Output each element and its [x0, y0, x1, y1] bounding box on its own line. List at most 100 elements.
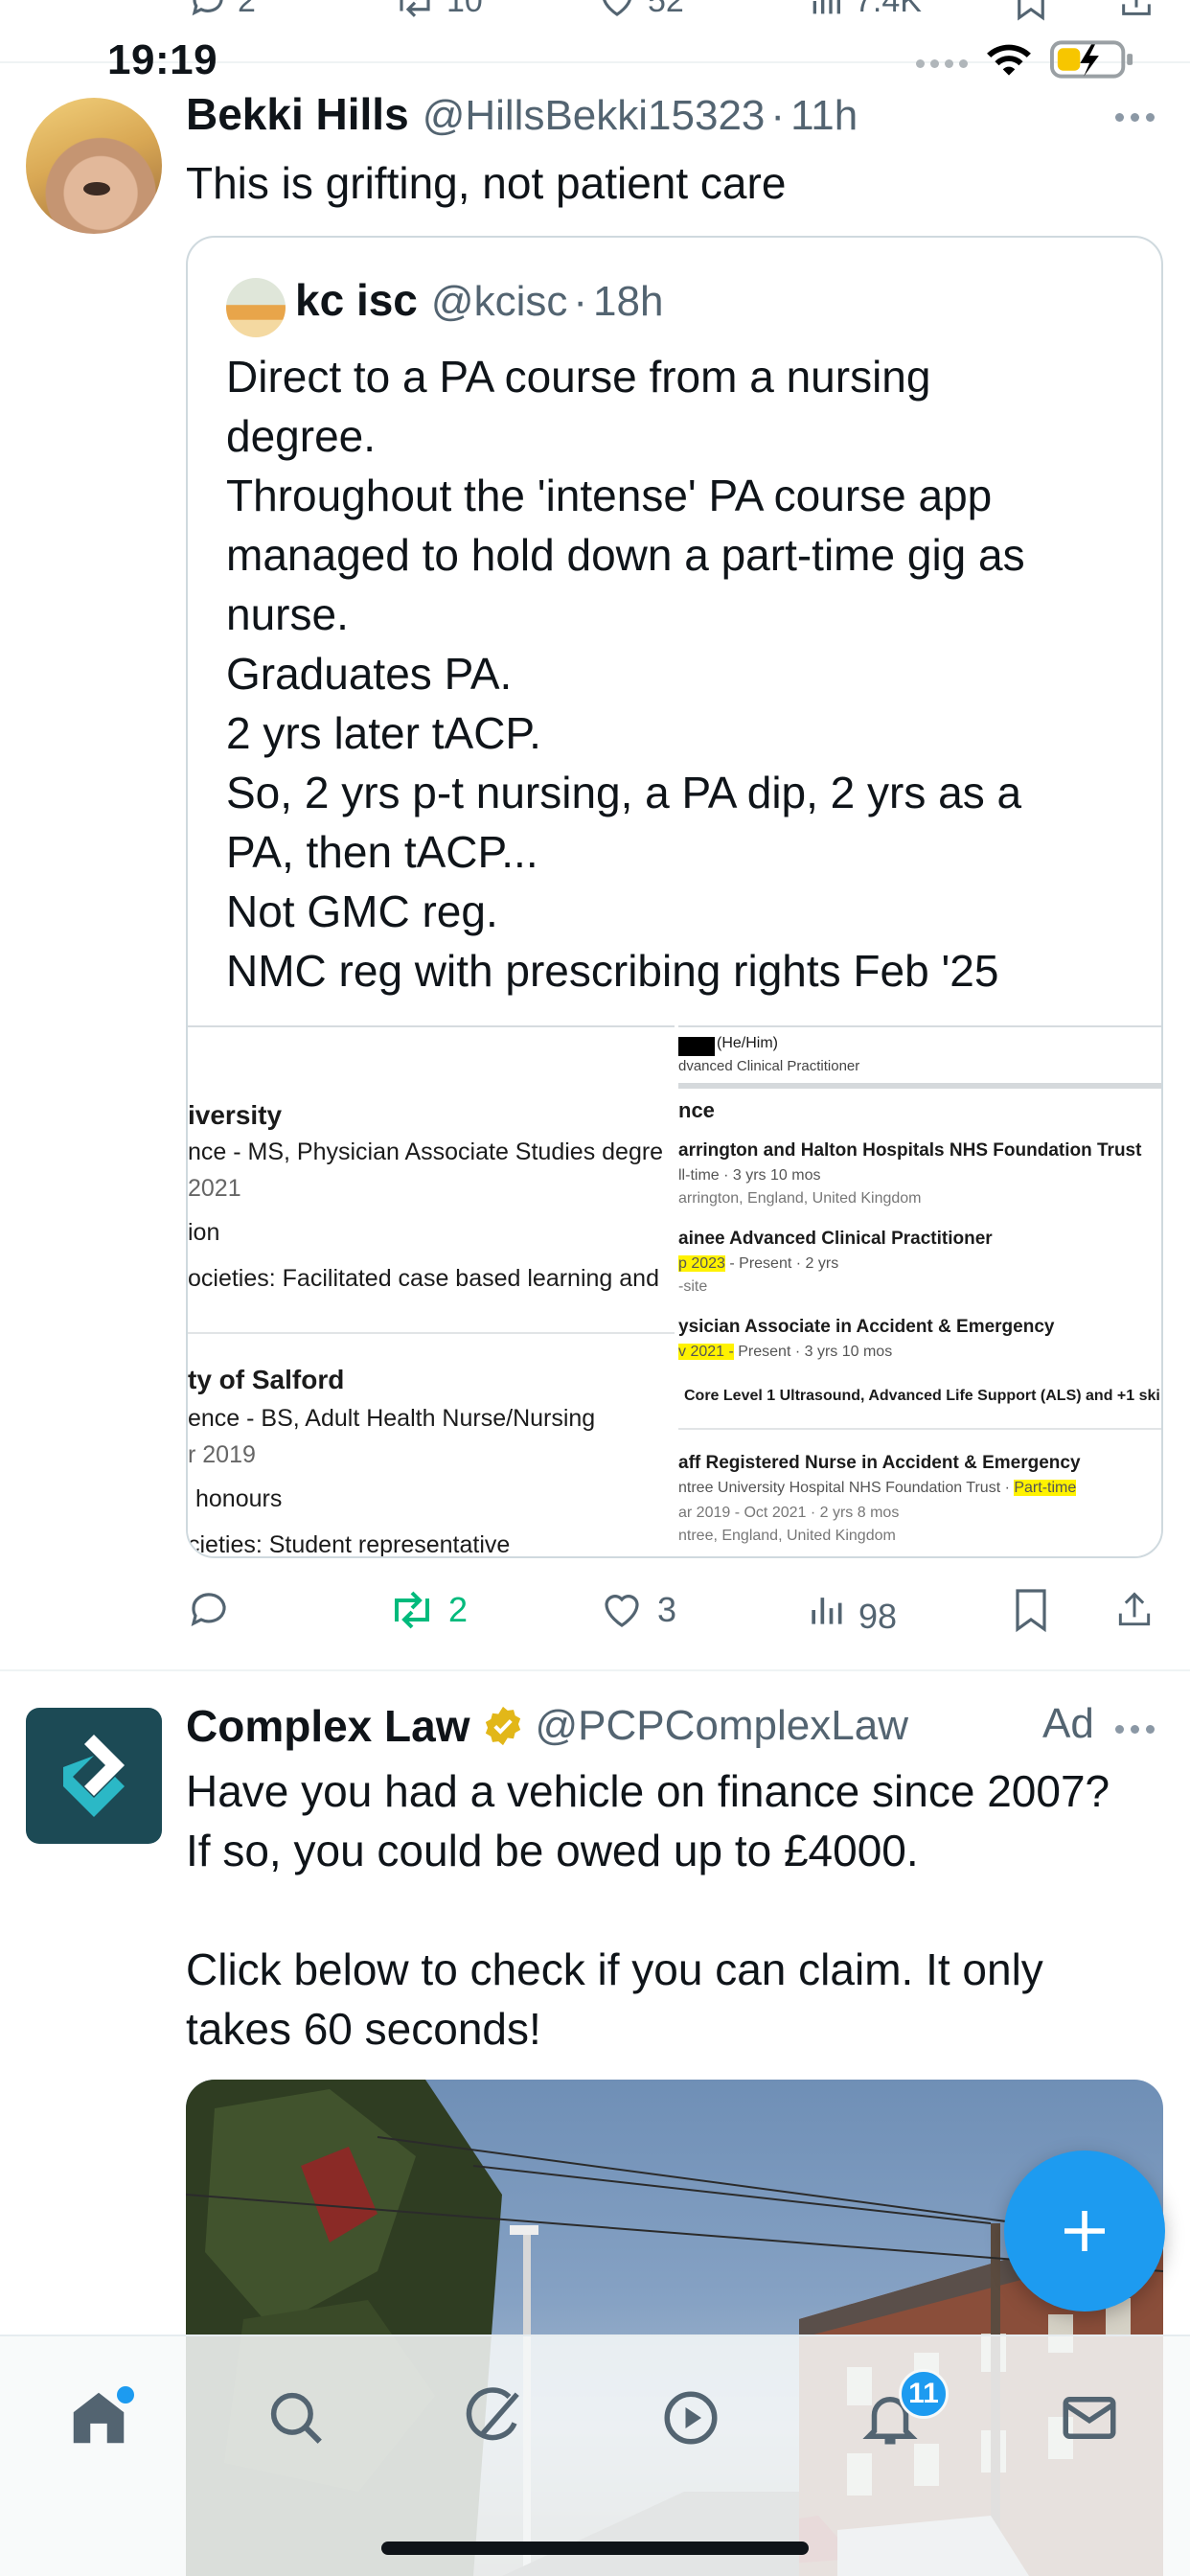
post-text: This is grifting, not patient care: [186, 158, 787, 208]
ad-more-options-button[interactable]: [1115, 1725, 1155, 1734]
edu-degree-2: ence - BS, Adult Health Nurse/Nursing: [188, 1405, 596, 1432]
plus-icon: [1064, 2211, 1105, 2251]
tab-messages[interactable]: [1046, 2375, 1133, 2461]
bookmark-icon: [1016, 1589, 1046, 1633]
ad-header: Complex Law @PCPComplexLaw: [186, 1700, 908, 1752]
views-icon: [812, 0, 840, 14]
exp-section-title: nce: [678, 1098, 715, 1122]
author-name[interactable]: Bekki Hills: [186, 88, 409, 140]
ad-label: Ad: [1042, 1700, 1094, 1747]
quote-dot: ·: [573, 278, 588, 325]
wifi-icon: [987, 44, 1031, 76]
like-button[interactable]: 3: [598, 1572, 676, 1648]
post-actions: 2 3 98: [186, 1572, 1163, 1648]
like-count: 52: [648, 0, 684, 19]
post-time[interactable]: 11h: [790, 92, 858, 140]
edu-year-2: r 2019: [188, 1441, 256, 1468]
search-icon: [270, 2392, 322, 2444]
quote-time: 18h: [593, 278, 664, 325]
repost-icon: [395, 1591, 429, 1629]
exp-pronouns: (He/Him): [717, 1035, 778, 1051]
ad-author-handle[interactable]: @PCPComplexLaw: [536, 1702, 908, 1750]
ad-text-line: Click below to check if you can claim. I…: [186, 1944, 1043, 1994]
share-button[interactable]: [1117, 0, 1156, 21]
quote-line: Not GMC reg.: [226, 886, 498, 936]
quote-line: degree.: [226, 411, 377, 461]
exp-org: arrington and Halton Hospitals NHS Found…: [678, 1140, 1142, 1161]
author-avatar[interactable]: [26, 98, 162, 234]
signal-icon: [916, 59, 968, 68]
ad-author-avatar[interactable]: [26, 1708, 162, 1844]
edu-school-1: iversity: [188, 1100, 283, 1130]
edu-year-1: 2021: [188, 1175, 241, 1202]
views-count: 98: [858, 1597, 898, 1629]
compose-button[interactable]: [1004, 2150, 1165, 2312]
reply-button[interactable]: 2: [188, 0, 256, 21]
more-icon: [1115, 1725, 1155, 1734]
exp-divider-2: [678, 1428, 1161, 1430]
author-handle[interactable]: @HillsBekki15323: [423, 92, 766, 140]
quote-image-education[interactable]: iversity nce - MS, Physician Associate S…: [188, 1025, 675, 1556]
quote-image-experience[interactable]: (He/Him) dvanced Clinical Practitioner n…: [678, 1025, 1161, 1556]
tab-video[interactable]: [648, 2375, 734, 2461]
home-indicator: [381, 2542, 809, 2555]
edu-degree-1: nce - MS, Physician Associate Studies de…: [188, 1138, 664, 1165]
edu-activities-1: ocieties: Facilitated case based learnin…: [188, 1265, 659, 1292]
share-icon: [1122, 0, 1151, 15]
notifications-badge: 11: [899, 2369, 949, 2419]
quote-line: So, 2 yrs p-t nursing, a PA dip, 2 yrs a…: [226, 768, 1022, 817]
quote-author-avatar: [226, 278, 286, 337]
exp-role-1: ainee Advanced Clinical Practitioner: [678, 1229, 993, 1249]
more-options-button[interactable]: [1115, 113, 1155, 122]
quote-text: Direct to a PA course from a nursing deg…: [226, 347, 1146, 1000]
bottom-tab-bar: 11: [0, 2334, 1190, 2576]
quote-line: NMC reg with prescribing rights Feb '25: [226, 946, 999, 996]
views-icon: [812, 1598, 842, 1624]
exp-role-3-org: ntree University Hospital NHS Foundation…: [678, 1480, 1077, 1496]
quote-line: Graduates PA.: [226, 649, 513, 699]
repost-button[interactable]: 10: [393, 0, 483, 21]
tab-notifications[interactable]: 11: [847, 2369, 949, 2461]
more-icon: [1115, 113, 1155, 122]
ad-text-line: If so, you could be owed up to £4000.: [186, 1826, 919, 1875]
views-button[interactable]: 98: [805, 1572, 897, 1648]
quote-line: Throughout the 'intense' PA course app: [226, 471, 993, 520]
exp-role-3-location: ntree, England, United Kingdom: [678, 1528, 896, 1544]
quote-line: managed to hold down a part-time gig as: [226, 530, 1025, 580]
mail-icon: [1063, 2397, 1116, 2439]
reply-icon: [191, 1593, 226, 1626]
ad-author-name[interactable]: Complex Law: [186, 1700, 470, 1752]
views-button[interactable]: 7.4K: [807, 0, 922, 21]
exp-org-meta: ll-time · 3 yrs 10 mos: [678, 1167, 821, 1184]
tab-grok[interactable]: [450, 2375, 537, 2461]
reply-button[interactable]: [186, 1572, 243, 1648]
quote-line: Direct to a PA course from a nursing: [226, 352, 931, 402]
exp-role-3: aff Registered Nurse in Accident & Emerg…: [678, 1453, 1081, 1473]
like-count: 3: [657, 1590, 677, 1629]
repost-button[interactable]: 2: [387, 1572, 468, 1648]
home-new-dot: [117, 2386, 134, 2404]
battery-icon: [1050, 40, 1133, 79]
grok-icon: [466, 2387, 519, 2441]
ad-text-line: Have you had a vehicle on finance since …: [186, 1766, 1110, 1816]
header-dot: ·: [770, 92, 786, 139]
share-button[interactable]: [1113, 1572, 1156, 1648]
tab-search[interactable]: [253, 2375, 339, 2461]
highlight: Part-time: [1014, 1480, 1077, 1496]
edu-divider: [188, 1332, 675, 1334]
highlight: p 2023: [678, 1255, 725, 1272]
quoted-post[interactable]: kc isc @kcisc · 18h Direct to a PA cours…: [186, 236, 1163, 1558]
like-button[interactable]: 52: [596, 0, 684, 21]
exp-role-1-dates: p 2023 - Present · 2 yrs: [678, 1255, 839, 1272]
quote-line: nurse.: [226, 589, 349, 639]
tab-home[interactable]: [56, 2375, 142, 2461]
quote-line: PA, then tACP...: [226, 827, 538, 877]
reply-count: 2: [238, 0, 256, 19]
bookmark-button[interactable]: [1012, 1572, 1050, 1648]
exp-role-2-dates: v 2021 - Present · 3 yrs 10 mos: [678, 1344, 893, 1360]
exp-org-location: arrington, England, United Kingdom: [678, 1190, 922, 1207]
bookmark-button[interactable]: [1014, 0, 1048, 21]
exp-divider: [678, 1083, 1161, 1089]
quote-author-name: kc isc: [295, 275, 418, 325]
exp-role-1-site: -site: [678, 1278, 708, 1295]
